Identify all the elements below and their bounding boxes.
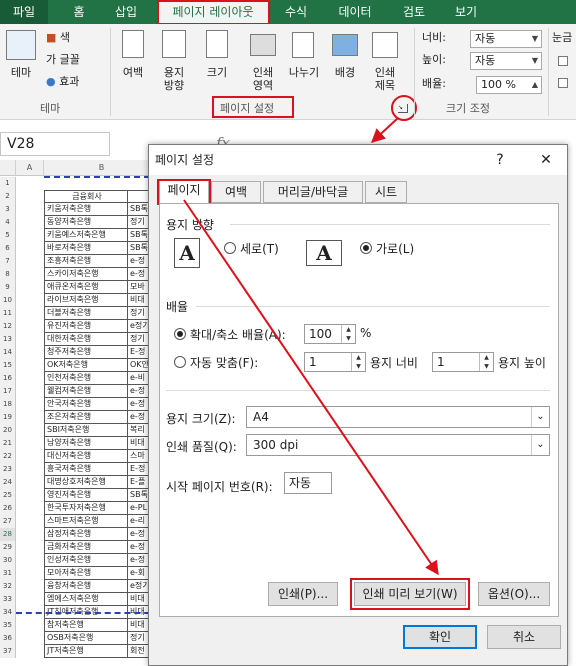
excel-window: 파일 홈 삽입 페이지 레이아웃 수식 데이터 검토 보기 테마 ■ 색 가 글… — [0, 0, 576, 666]
annotation-arrows — [183, 117, 439, 576]
page-tab-to-preview-arrow — [183, 199, 439, 576]
launcher-to-dialog-arrow — [370, 117, 399, 143]
